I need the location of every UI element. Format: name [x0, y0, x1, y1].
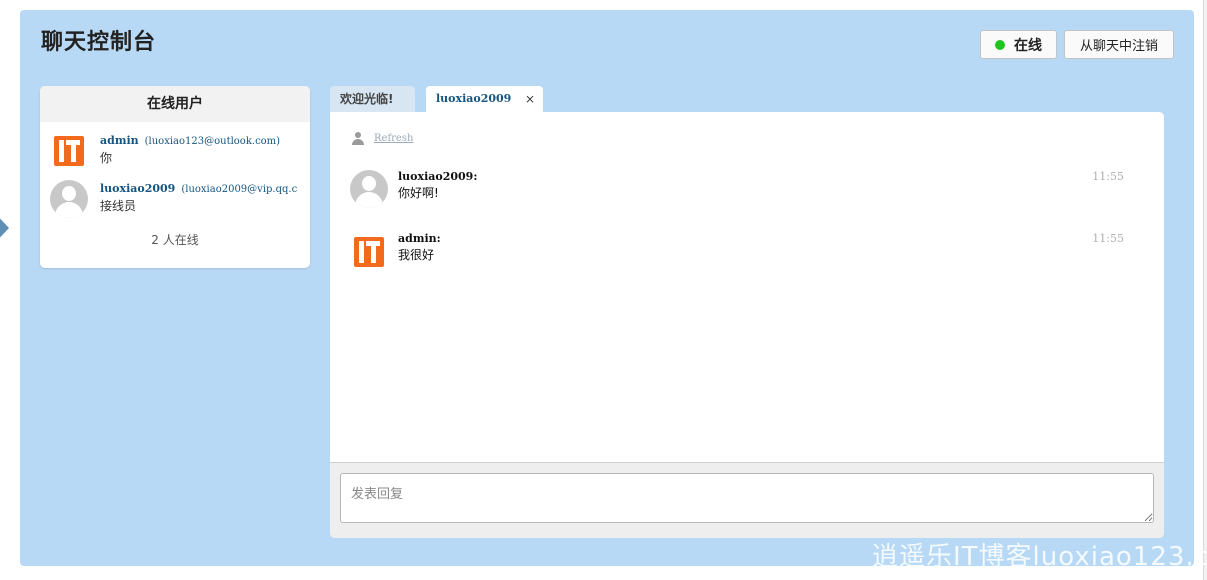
- message-time: 11:55: [1092, 232, 1124, 245]
- page-title: 聊天控制台: [41, 30, 157, 55]
- avatar: [350, 233, 386, 269]
- message-sender: luoxiao2009:: [398, 170, 478, 183]
- page-scrollbar[interactable]: [1203, 0, 1207, 580]
- avatar: [350, 170, 388, 208]
- tab-luoxiao2009[interactable]: luoxiao2009 ×: [426, 86, 543, 112]
- avatar: [50, 132, 88, 170]
- user-message: 接线员: [100, 199, 137, 213]
- chat-window: Refresh luoxiao2009: 你好啊! 11:55 admin: 我…: [330, 112, 1164, 538]
- it-logo-icon: [50, 132, 86, 168]
- close-icon[interactable]: ×: [525, 86, 535, 112]
- online-users-title: 在线用户: [40, 86, 310, 122]
- reply-area: [330, 462, 1164, 538]
- user-list-item[interactable]: admin (luoxiao123@outlook.com) 你: [40, 132, 310, 176]
- user-icon: [352, 132, 364, 145]
- reply-input[interactable]: [340, 473, 1154, 523]
- message-sender: admin:: [398, 232, 441, 245]
- default-user-avatar-icon: [350, 170, 388, 208]
- message-text: 我很好: [398, 248, 435, 262]
- user-email: (luoxiao123@outlook.com): [144, 136, 281, 147]
- avatar: [50, 180, 88, 218]
- collapse-arrow-icon[interactable]: [0, 210, 9, 246]
- user-list-item[interactable]: luoxiao2009 (luoxiao2009@vip.qq.c 接线员: [40, 180, 310, 224]
- message-text: 你好啊!: [398, 186, 439, 200]
- watermark: 逍遥乐IT博客luoxiao123.cn: [872, 542, 1207, 572]
- chat-message: luoxiao2009: 你好啊! 11:55: [350, 170, 1130, 214]
- refresh-link[interactable]: Refresh: [374, 133, 413, 144]
- online-status-dot-icon: [995, 39, 1005, 50]
- it-logo-icon: [350, 233, 386, 269]
- chat-console-panel: 聊天控制台 在线 从聊天中注销 在线用户 admin (luoxiao123@ou…: [20, 10, 1194, 566]
- user-name: admin: [100, 134, 139, 147]
- status-label: 在线: [1014, 37, 1042, 54]
- tab-label: luoxiao2009: [436, 92, 512, 105]
- online-users-panel: 在线用户 admin (luoxiao123@outlook.com) 你 luo…: [40, 86, 310, 268]
- online-status-button[interactable]: 在线: [980, 30, 1057, 59]
- online-count: 2 人在线: [151, 233, 199, 247]
- chat-message: admin: 我很好 11:55: [350, 232, 1130, 276]
- message-time: 11:55: [1092, 170, 1124, 183]
- default-user-avatar-icon: [50, 180, 88, 218]
- user-name: luoxiao2009: [100, 182, 176, 195]
- logout-chat-button[interactable]: 从聊天中注销: [1064, 30, 1174, 59]
- tab-welcome[interactable]: 欢迎光临!: [330, 86, 415, 112]
- user-message: 你: [100, 151, 113, 165]
- user-email: (luoxiao2009@vip.qq.c: [181, 184, 298, 195]
